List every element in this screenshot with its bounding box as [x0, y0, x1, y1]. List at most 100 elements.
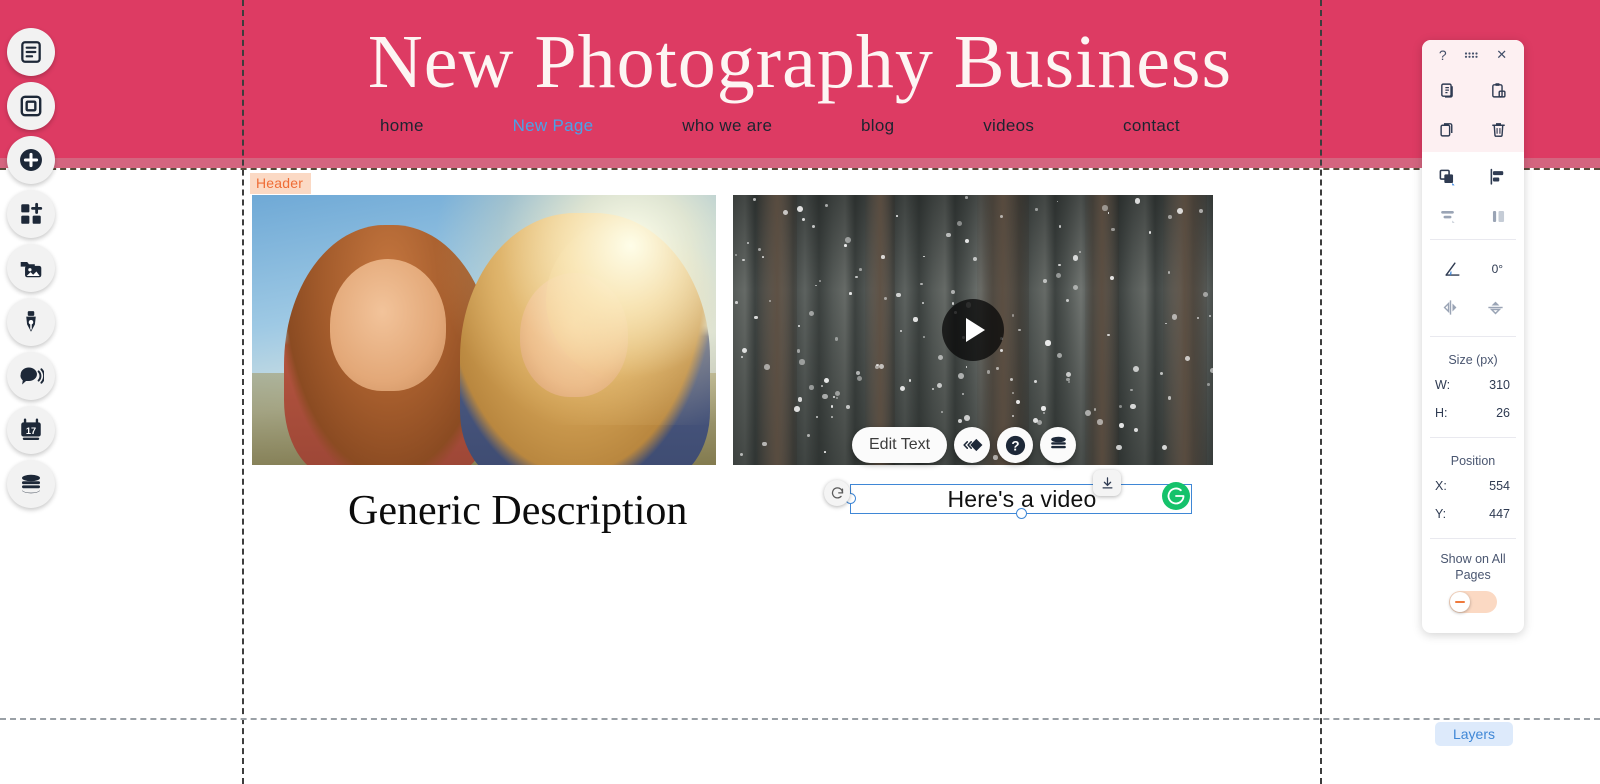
width-value[interactable]: 310 [1457, 378, 1514, 392]
snowflake [1085, 409, 1092, 416]
snowflake [1018, 328, 1021, 332]
rail-button-pages[interactable] [7, 28, 55, 76]
distribute-vertical-icon [1441, 210, 1455, 223]
distribute-horizontal-button[interactable] [1489, 203, 1508, 229]
rotate-handle[interactable] [824, 480, 850, 506]
copy-button[interactable] [1439, 77, 1456, 103]
size-section-title: Size (px) [1448, 353, 1498, 367]
snowflake [874, 364, 879, 369]
copy-icon [1441, 82, 1453, 98]
snowflake [855, 371, 860, 376]
nav-item-who-we-are[interactable]: who we are [682, 116, 772, 136]
video-forest-thumbnail[interactable] [733, 195, 1213, 465]
snowflake [923, 335, 926, 338]
position-x-label: X: [1435, 479, 1447, 493]
animation-button[interactable] [954, 427, 991, 463]
duplicate-button[interactable] [1439, 116, 1456, 142]
pin-to-bottom-handle[interactable] [1093, 470, 1121, 496]
arrange-button[interactable] [1438, 164, 1457, 190]
svg-text:17: 17 [26, 426, 36, 436]
flip-vertical-button[interactable] [1486, 294, 1505, 320]
rotation-value[interactable]: 0° [1492, 262, 1503, 276]
rail-button-chat[interactable] [7, 352, 55, 400]
panel-clipboard-section [1422, 69, 1524, 152]
snowflake [820, 384, 823, 387]
connect-data-button[interactable] [1040, 427, 1077, 463]
layers-button[interactable]: Layers [1435, 722, 1513, 746]
rail-button-apps[interactable] [7, 190, 55, 238]
toggle-dash-icon [1455, 600, 1465, 604]
snowflake [834, 390, 841, 397]
panel-drag-handle[interactable] [1464, 50, 1479, 60]
snowflake [1055, 272, 1061, 278]
snowflake [1130, 403, 1136, 410]
nav-item-blog[interactable]: blog [861, 116, 894, 136]
snowflake [845, 237, 851, 244]
snowflake [1093, 408, 1096, 411]
nav-item-contact[interactable]: contact [1123, 116, 1180, 136]
panel-close-button[interactable]: ✕ [1496, 47, 1507, 63]
panel-header: ? ✕ [1422, 40, 1524, 69]
rail-button-cms[interactable] [7, 460, 55, 508]
snowflake [1199, 208, 1204, 214]
panel-help-button[interactable]: ? [1439, 47, 1447, 63]
snowflake [753, 198, 757, 202]
paste-button[interactable] [1490, 77, 1507, 103]
video-play-button[interactable] [942, 299, 1004, 361]
nav-item-home[interactable]: home [380, 116, 424, 136]
snowflake [1165, 322, 1167, 325]
snowflake [815, 284, 817, 287]
rotation-button[interactable] [1443, 256, 1462, 282]
snowflake [896, 214, 898, 217]
snowflake [1072, 284, 1079, 291]
help-button[interactable]: ? [997, 427, 1034, 463]
database-icon [22, 474, 40, 494]
snowflake [1107, 333, 1110, 337]
height-value[interactable]: 26 [1457, 406, 1514, 420]
rail-button-media[interactable] [7, 244, 55, 292]
panel-position-section: Position X: 554 Y: 447 [1422, 438, 1524, 538]
nav-item-new-page[interactable]: New Page [513, 116, 594, 136]
flip-horizontal-button[interactable] [1441, 294, 1460, 320]
snowflake [822, 394, 828, 400]
snowflake [896, 292, 901, 298]
text-generic-description[interactable]: Generic Description [348, 480, 718, 542]
nav-item-videos[interactable]: videos [983, 116, 1034, 136]
animation-icon [963, 438, 983, 452]
delete-button[interactable] [1490, 116, 1507, 142]
square-icon [20, 95, 42, 117]
snowflake [835, 337, 839, 341]
resize-handle-bottom[interactable] [1016, 508, 1027, 519]
rail-button-add[interactable] [7, 136, 55, 184]
position-x-value[interactable]: 554 [1457, 479, 1514, 493]
snowflake [762, 442, 767, 447]
snowflake [740, 355, 744, 359]
edit-text-button[interactable]: Edit Text [852, 427, 948, 463]
distribute-horizontal-icon [1492, 210, 1505, 222]
snowflake [1012, 415, 1014, 418]
rail-button-blog[interactable] [7, 298, 55, 346]
distribute-vertical-button[interactable] [1438, 203, 1457, 229]
grammarly-button[interactable] [1162, 482, 1190, 510]
snowflake [1015, 399, 1021, 405]
angle-icon [1445, 261, 1460, 276]
snowflake [1171, 314, 1178, 320]
snowflake [921, 301, 925, 305]
panel-arrange-section [1422, 152, 1524, 239]
align-button[interactable] [1489, 164, 1508, 190]
rail-button-bookings[interactable]: 17 [7, 406, 55, 454]
snowflake [855, 275, 858, 279]
guide-bottom [0, 718, 1600, 720]
section-label-header[interactable]: Header [250, 173, 312, 194]
snowflake [1185, 355, 1191, 361]
snowflake [782, 209, 789, 215]
snowflake [808, 310, 815, 317]
position-y-value[interactable]: 447 [1457, 507, 1514, 521]
show-on-all-pages-toggle[interactable] [1449, 591, 1497, 613]
rail-button-sections[interactable] [7, 82, 55, 130]
snowflake [940, 411, 943, 413]
image-children-photo[interactable] [252, 195, 716, 465]
snowflake [859, 268, 863, 272]
snowflake [734, 253, 738, 256]
snowflake [965, 238, 970, 243]
